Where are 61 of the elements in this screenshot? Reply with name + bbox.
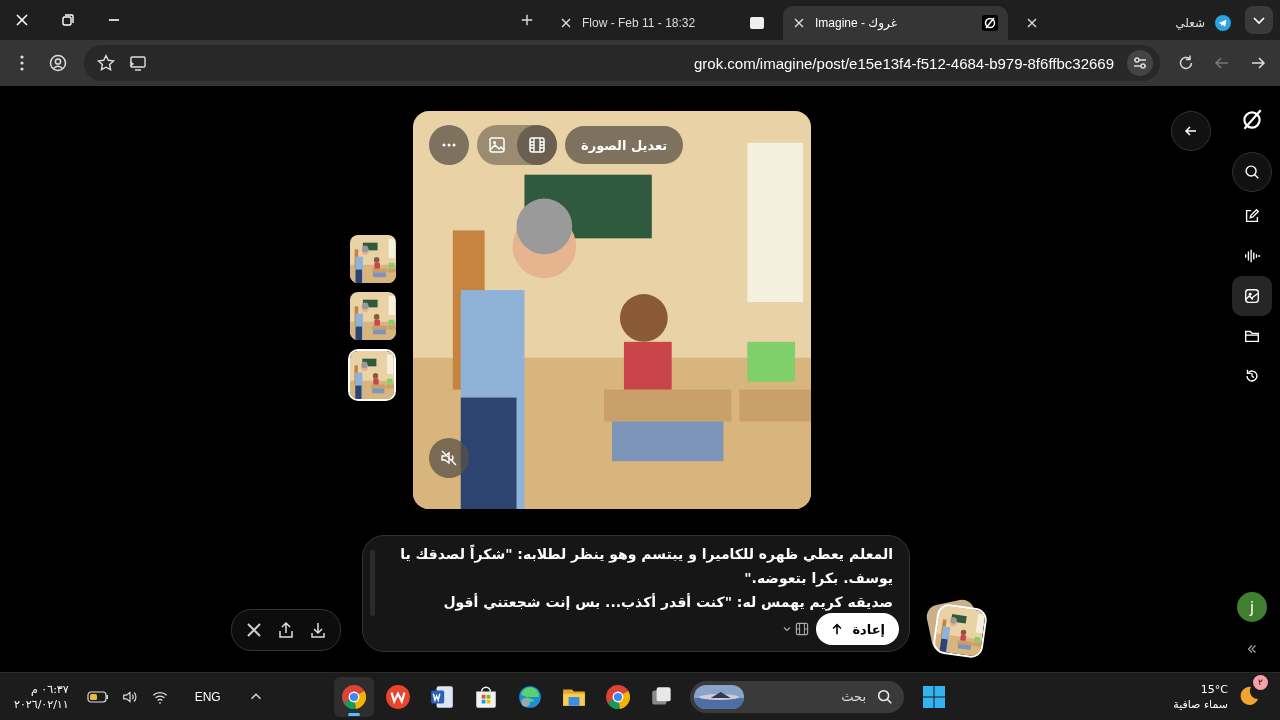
office-suite-icon <box>385 683 411 710</box>
tune-icon[interactable] <box>1126 49 1154 77</box>
regenerate-button[interactable]: إعادة <box>816 613 899 645</box>
weather-condition: سماء صافية <box>1173 696 1228 712</box>
document-icon <box>429 683 455 710</box>
edit-icon <box>1243 207 1261 225</box>
browser-icon <box>605 683 631 710</box>
close-icon[interactable] <box>793 17 805 29</box>
edit-image-button[interactable]: تعديل الصورة <box>565 126 684 164</box>
image-thumbnail[interactable] <box>350 292 396 340</box>
sidebar-imagine-button[interactable] <box>1232 276 1272 316</box>
clock-date: ٢٠٢٦/٠٢/١١ <box>14 696 69 712</box>
paper-plane-icon <box>1215 15 1231 31</box>
film-icon <box>527 135 547 155</box>
slashed-circle-icon <box>982 15 998 31</box>
profile-icon[interactable] <box>48 53 68 73</box>
waveform-icon <box>1243 247 1261 265</box>
notification-badge: ٢ <box>1253 674 1268 690</box>
search-field[interactable]: بحث <box>690 680 904 713</box>
mode-dropdown[interactable] <box>782 621 811 637</box>
square-icon <box>749 15 765 31</box>
browser-tab[interactable]: Imagine - غروك <box>783 6 1008 40</box>
restore-icon[interactable] <box>60 12 76 28</box>
close-icon[interactable] <box>1026 17 1038 29</box>
browser-icon <box>517 683 543 710</box>
sidebar-search-button[interactable] <box>1232 152 1272 192</box>
download-icon[interactable] <box>308 620 328 640</box>
close-icon[interactable] <box>14 12 30 28</box>
user-avatar[interactable]: j <box>1237 592 1267 622</box>
prompt-field[interactable]: المعلم يعطي ظهره للكاميرا و يبتسم وهو ينظر لطلابه: "شكراً لصدقك يا يوسف. بكرا بتعوضه." صديقه كريم يهمس له: "كنت أقدر أكذب... بس إنت شجعتني أقول <box>387 542 893 614</box>
address-bar[interactable]: grok.com/imagine/post/e15e13f4-f512-4684-b979-8f6ffbc32669 <box>84 45 1160 81</box>
new-tab-icon[interactable] <box>520 13 534 27</box>
windows-logo-icon[interactable] <box>922 684 946 709</box>
muted-speaker-icon <box>439 448 459 468</box>
browser-icon <box>341 683 367 710</box>
image-thumbnail[interactable] <box>350 235 396 283</box>
film-icon <box>794 621 811 637</box>
cast-icon[interactable] <box>128 53 148 73</box>
language-indicator[interactable]: ENG <box>194 689 221 704</box>
image-stack[interactable] <box>925 600 985 656</box>
temperature: 15°C <box>1200 681 1228 697</box>
image-icon <box>1243 287 1261 305</box>
search-icon <box>1243 163 1261 181</box>
browser-tab[interactable]: شعلي <box>1016 6 1241 40</box>
star-icon[interactable] <box>96 53 116 73</box>
close-icon[interactable] <box>560 17 572 29</box>
battery-icon[interactable] <box>86 690 109 703</box>
more-icon <box>442 143 456 147</box>
image-icon <box>487 135 507 155</box>
share-icon[interactable] <box>276 620 296 640</box>
history-icon <box>1243 367 1261 385</box>
tab-list-icon[interactable] <box>1245 6 1273 34</box>
browser-tab[interactable]: Flow - Feb 11 - 18:32 <box>550 6 775 40</box>
image-thumbnail[interactable] <box>348 349 396 401</box>
taskbar-app[interactable] <box>334 676 374 717</box>
back-button[interactable] <box>1171 111 1211 151</box>
chevron-down-icon <box>782 624 793 634</box>
clock-time: ٠٦:٣٧ م <box>30 681 69 697</box>
search-icon <box>876 687 894 706</box>
url-text: grok.com/imagine/post/e15e13f4-f512-4684-b979-8f6ffbc32669 <box>693 54 1114 72</box>
expand-icon[interactable] <box>1245 642 1259 656</box>
